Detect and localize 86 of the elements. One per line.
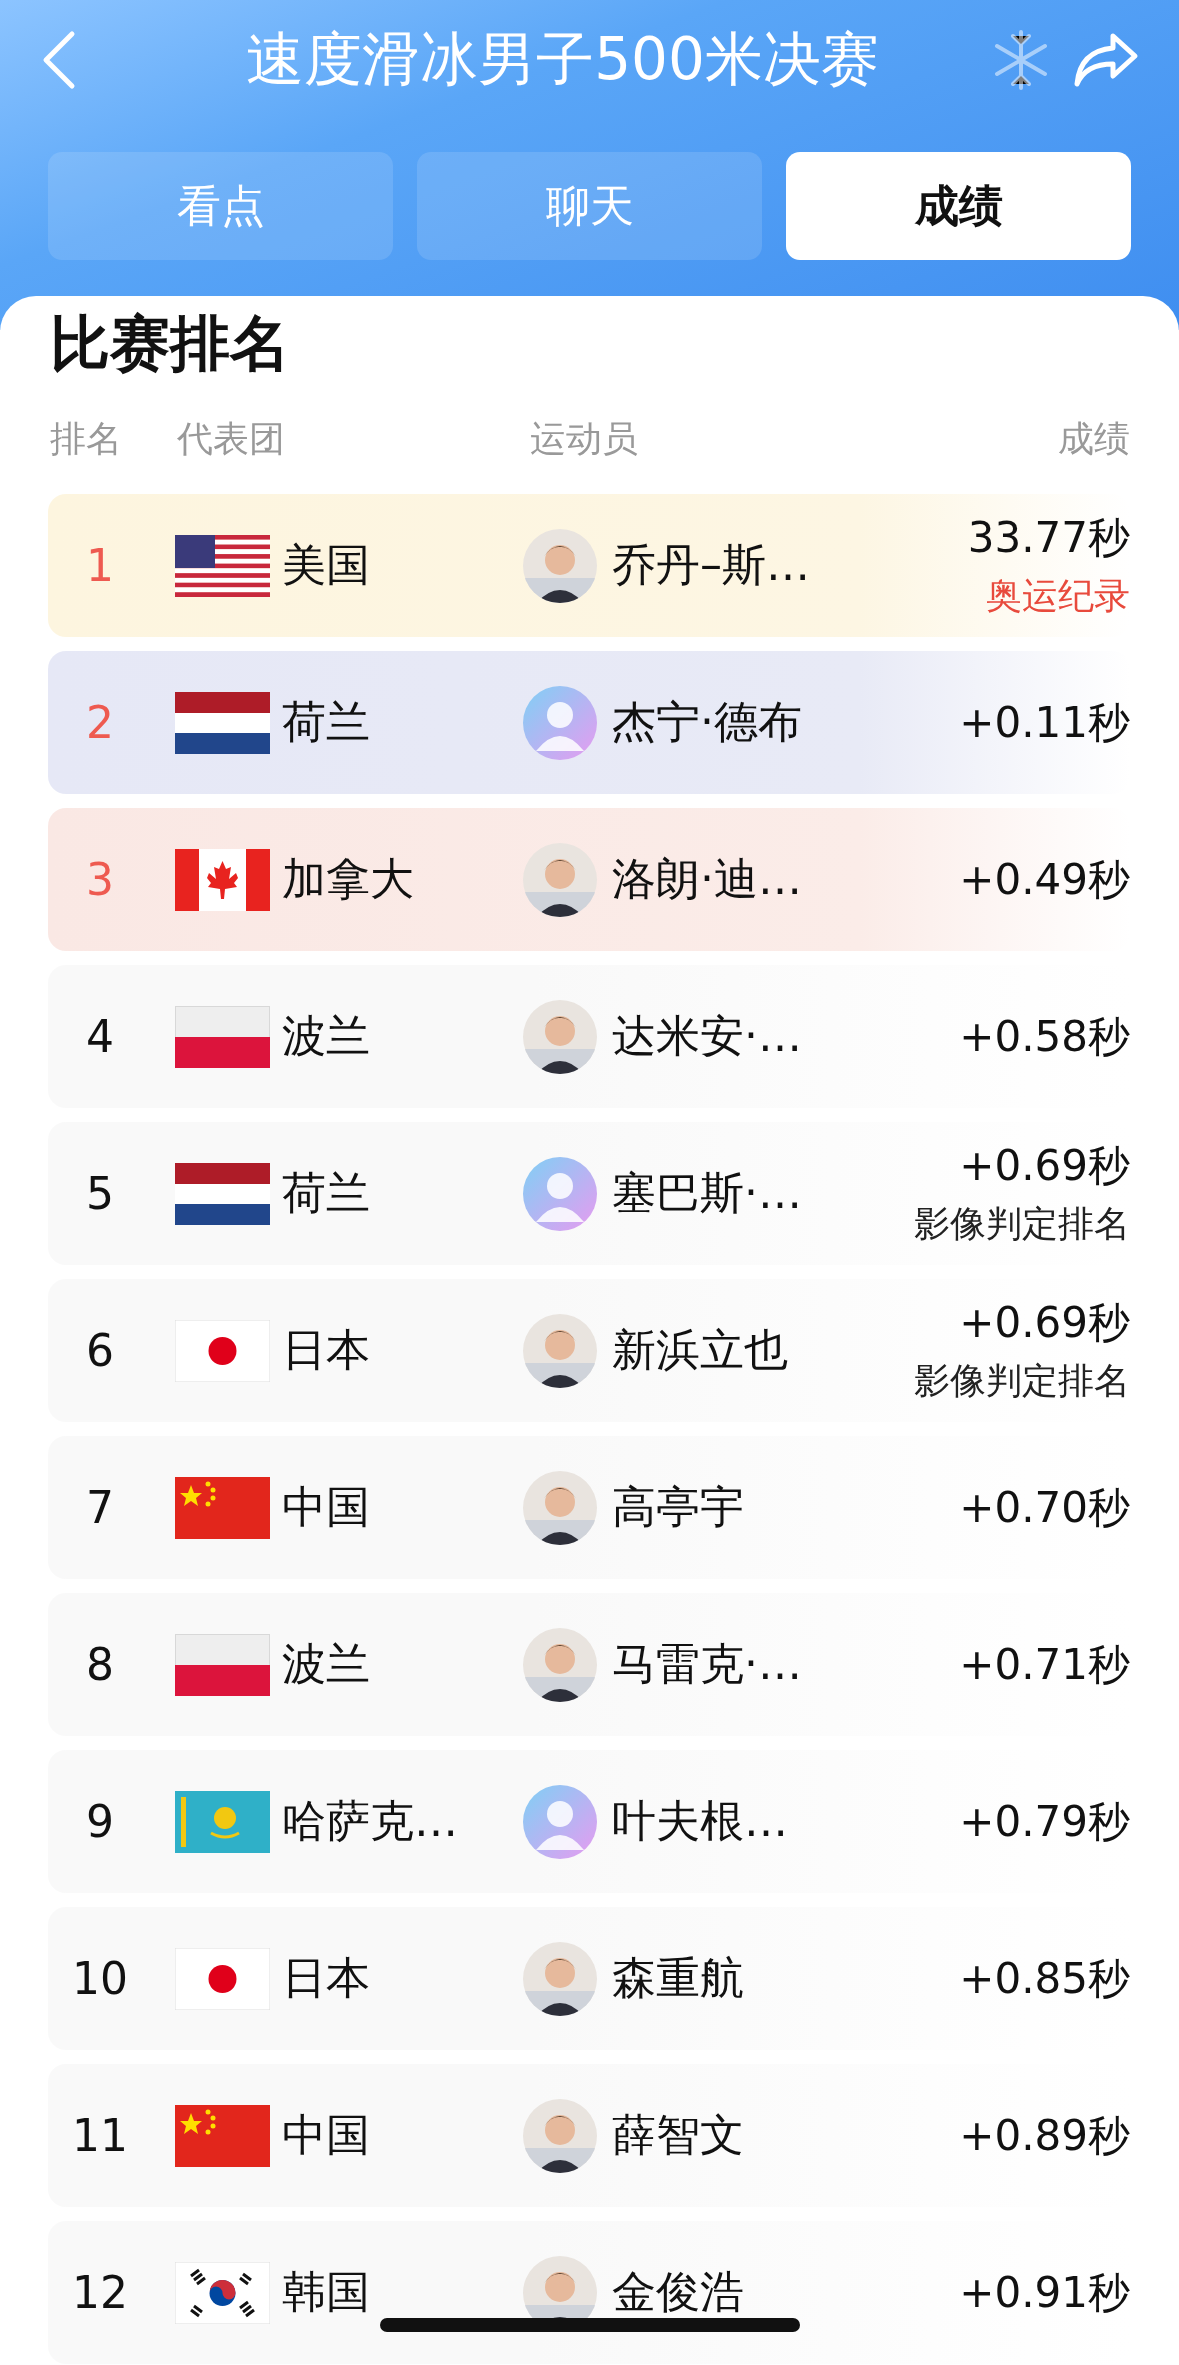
column-header: 代表团: [177, 416, 286, 461]
flag-icon: [175, 848, 270, 911]
flag-icon: [175, 1476, 270, 1539]
country-name: 波兰: [282, 1637, 371, 1691]
flag-icon: [175, 1633, 270, 1696]
column-header: 成绩: [1058, 416, 1130, 461]
result-time: +0.79秒: [959, 1795, 1130, 1848]
result-row[interactable]: 12 韩国 金俊浩 +0.91秒: [48, 2221, 1130, 2364]
athlete-name: 乔丹–斯…: [612, 538, 811, 592]
column-header: 运动员: [530, 416, 639, 461]
country-name: 荷兰: [282, 695, 371, 749]
page-title: 速度滑冰男子500米决赛: [245, 24, 880, 95]
result-row[interactable]: 2 荷兰 杰宁·德布 +0.11秒: [48, 651, 1130, 794]
flag-icon: [175, 2104, 270, 2167]
flag-icon: [175, 1005, 270, 1068]
result-row[interactable]: 5 荷兰 塞巴斯·… +0.69秒 影像判定排名: [48, 1122, 1130, 1265]
rank-number: 11: [71, 2110, 129, 2161]
result-row[interactable]: 6 日本 新浜立也 +0.69秒 影像判定排名: [48, 1279, 1130, 1422]
rank-number: 1: [85, 540, 115, 591]
country-name: 韩国: [282, 2265, 371, 2319]
country-name: 加拿大: [282, 852, 415, 906]
result-time: +0.69秒: [959, 1140, 1130, 1192]
result-time: +0.11秒: [959, 696, 1130, 749]
country-name: 荷兰: [282, 1166, 371, 1220]
result-time: +0.70秒: [959, 1481, 1130, 1534]
result-row[interactable]: 11 中国 薛智文 +0.89秒: [48, 2064, 1130, 2207]
athlete-name: 马雷克·…: [612, 1637, 803, 1691]
athlete-name: 塞巴斯·…: [612, 1166, 803, 1220]
rank-number: 9: [85, 1796, 115, 1847]
result-time: +0.91秒: [959, 2266, 1130, 2319]
result-row[interactable]: 9 哈萨克… 叶夫根… +0.79秒: [48, 1750, 1130, 1893]
rank-number: 7: [85, 1482, 115, 1533]
country-name: 中国: [282, 2108, 371, 2162]
avatar-placeholder-icon: [522, 1783, 598, 1860]
section-title: 比赛排名: [49, 307, 291, 380]
result-note: 奥运纪录: [986, 574, 1130, 618]
column-header: 排名: [49, 416, 123, 461]
result-row[interactable]: 4 波兰 达米安·… +0.58秒: [48, 965, 1130, 1108]
athlete-name: 叶夫根…: [612, 1794, 789, 1848]
result-time: +0.69秒: [959, 1297, 1130, 1349]
rank-number: 3: [85, 854, 115, 905]
athlete-name: 达米安·…: [612, 1009, 803, 1063]
result-note: 影像判定排名: [914, 1202, 1130, 1246]
share-icon[interactable]: [1073, 32, 1139, 88]
flag-icon: [175, 534, 270, 597]
result-time: 33.77秒: [967, 512, 1130, 564]
tab[interactable]: 成绩: [786, 152, 1131, 260]
athlete-name: 高亭宇: [612, 1480, 745, 1534]
result-row[interactable]: 8 波兰 马雷克·… +0.71秒: [48, 1593, 1130, 1736]
athlete-name: 杰宁·德布: [612, 695, 803, 749]
rank-number: 6: [85, 1325, 115, 1376]
country-name: 中国: [282, 1480, 371, 1534]
rank-number: 10: [71, 1953, 129, 2004]
athlete-name: 洛朗·迪…: [612, 852, 803, 906]
athlete-name: 薛智文: [612, 2108, 745, 2162]
athlete-name: 新浜立也: [612, 1323, 789, 1377]
country-name: 美国: [282, 538, 371, 592]
result-time: +0.58秒: [959, 1010, 1130, 1063]
flag-icon: [175, 1319, 270, 1382]
avatar-placeholder-icon: [522, 684, 598, 761]
flag-icon: [175, 691, 270, 754]
result-row[interactable]: 7 中国 高亭宇 +0.70秒: [48, 1436, 1130, 1579]
rank-number: 5: [85, 1168, 115, 1219]
flag-icon: [175, 1162, 270, 1225]
result-time: +0.85秒: [959, 1952, 1130, 2005]
rank-number: 8: [85, 1639, 115, 1690]
result-time: +0.71秒: [959, 1638, 1130, 1691]
country-name: 哈萨克…: [282, 1794, 459, 1848]
flag-icon: [175, 2261, 270, 2324]
result-time: +0.89秒: [959, 2109, 1130, 2162]
athlete-name: 金俊浩: [612, 2265, 745, 2319]
country-name: 波兰: [282, 1009, 371, 1063]
result-row[interactable]: 10 日本 森重航 +0.85秒: [48, 1907, 1130, 2050]
result-row[interactable]: 1 美国 乔丹–斯… 33.77秒 奥运纪录: [48, 494, 1130, 637]
country-name: 日本: [282, 1323, 371, 1377]
result-row[interactable]: 3 加拿大 洛朗·迪… +0.49秒: [48, 808, 1130, 951]
result-time: +0.49秒: [959, 853, 1130, 906]
rank-number: 12: [71, 2267, 129, 2318]
result-note: 影像判定排名: [914, 1359, 1130, 1403]
flag-icon: [175, 1790, 270, 1853]
avatar-placeholder-icon: [522, 1155, 598, 1232]
rank-number: 4: [85, 1011, 115, 1062]
rank-number: 2: [85, 697, 115, 748]
athlete-name: 森重航: [612, 1951, 745, 2005]
country-name: 日本: [282, 1951, 371, 2005]
flag-icon: [175, 1947, 270, 2010]
